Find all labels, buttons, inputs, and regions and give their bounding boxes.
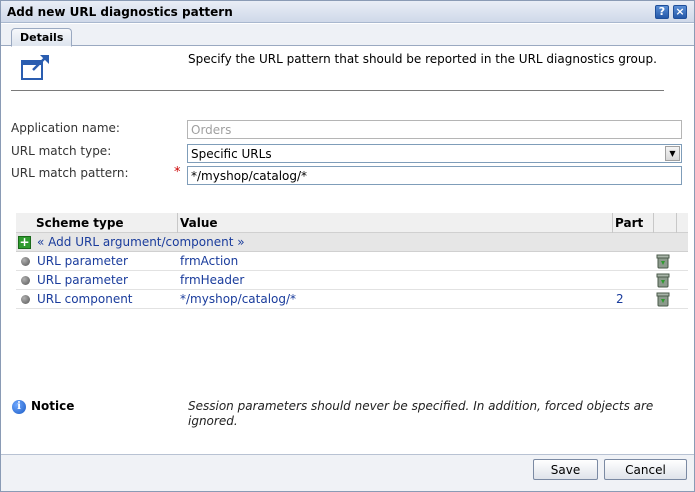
- url-match-type-select[interactable]: Specific URLs ▼: [187, 144, 682, 163]
- table-row[interactable]: URL component */myshop/catalog/* 2: [16, 290, 688, 309]
- row-value[interactable]: frmHeader: [180, 273, 244, 287]
- table-row[interactable]: URL parameter frmHeader: [16, 271, 688, 290]
- save-button[interactable]: Save: [533, 459, 598, 480]
- info-icon: i: [12, 400, 26, 414]
- url-match-pattern-label: URL match pattern:: [11, 166, 129, 180]
- column-separator: [676, 213, 677, 233]
- divider: [11, 90, 664, 91]
- notice-label: Notice: [31, 399, 75, 413]
- bullet-icon: [21, 295, 30, 304]
- url-match-type-label: URL match type:: [11, 144, 112, 158]
- application-name-input[interactable]: [187, 120, 682, 139]
- row-scheme[interactable]: URL parameter: [37, 254, 128, 268]
- close-icon: ×: [675, 5, 685, 18]
- row-value[interactable]: */myshop/catalog/*: [180, 292, 296, 306]
- help-icon: ?: [658, 5, 666, 18]
- intro-text: Specify the URL pattern that should be r…: [188, 52, 657, 66]
- application-name-label: Application name:: [11, 121, 120, 135]
- add-icon[interactable]: +: [18, 236, 31, 249]
- notice-text: Session parameters should never be speci…: [188, 399, 654, 428]
- url-match-type-value: Specific URLs: [191, 147, 272, 161]
- dialog-title: Add new URL diagnostics pattern: [7, 5, 233, 19]
- delete-icon[interactable]: [656, 292, 670, 310]
- row-scheme[interactable]: URL component: [37, 292, 133, 306]
- help-button[interactable]: ?: [655, 5, 669, 19]
- footer-bar: Save Cancel: [1, 454, 694, 491]
- new-window-icon: [21, 53, 51, 84]
- chevron-down-icon[interactable]: ▼: [665, 146, 680, 161]
- column-header-value[interactable]: Value: [180, 216, 218, 230]
- row-value[interactable]: frmAction: [180, 254, 238, 268]
- dialog: Add new URL diagnostics pattern ? × Deta…: [0, 0, 695, 492]
- add-argument-link[interactable]: « Add URL argument/component »: [37, 235, 245, 249]
- tab-strip: Details: [1, 24, 694, 47]
- grid-header: Scheme type Value Part: [16, 213, 688, 233]
- cancel-button[interactable]: Cancel: [604, 459, 687, 480]
- row-scheme[interactable]: URL parameter: [37, 273, 128, 287]
- title-bar[interactable]: Add new URL diagnostics pattern ? ×: [1, 1, 694, 23]
- delete-icon[interactable]: [656, 273, 670, 291]
- url-match-pattern-input[interactable]: [187, 166, 682, 185]
- column-separator: [653, 213, 654, 233]
- bullet-icon: [21, 276, 30, 285]
- delete-icon[interactable]: [656, 254, 670, 272]
- bullet-icon: [21, 257, 30, 266]
- column-separator: [177, 213, 178, 233]
- column-header-scheme-type[interactable]: Scheme type: [36, 216, 124, 230]
- add-argument-row[interactable]: + « Add URL argument/component »: [16, 233, 688, 252]
- column-separator: [612, 213, 613, 233]
- required-marker: *: [174, 165, 181, 180]
- table-row[interactable]: URL parameter frmAction: [16, 252, 688, 271]
- row-part: 2: [616, 292, 624, 306]
- close-button[interactable]: ×: [673, 5, 687, 19]
- column-header-part[interactable]: Part: [615, 216, 643, 230]
- tab-details[interactable]: Details: [11, 28, 73, 47]
